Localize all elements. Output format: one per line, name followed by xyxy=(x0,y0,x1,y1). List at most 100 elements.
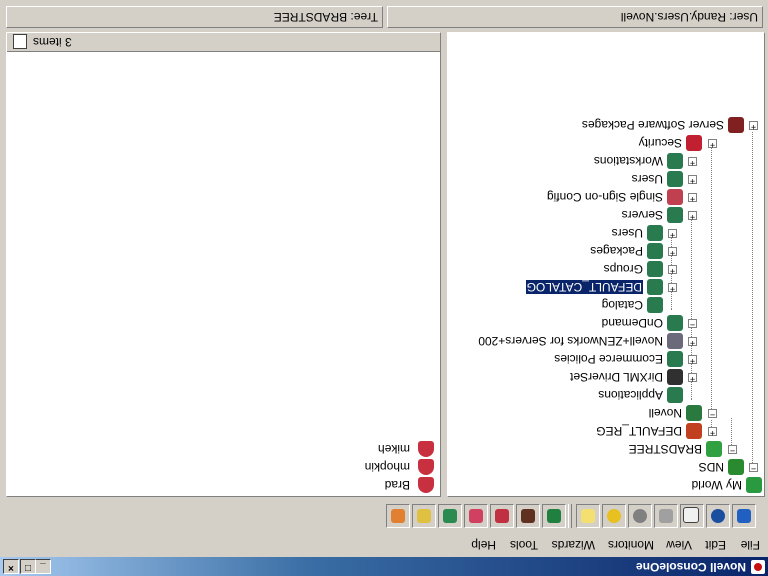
collapse-icon[interactable]: − xyxy=(688,319,697,329)
sso-icon xyxy=(667,189,683,205)
tree-node-label: Novell+ZENworks for Servers+200 xyxy=(478,334,663,348)
screen: Novell ConsoleOne _ □ × File Edit View M… xyxy=(0,0,768,576)
toolbar-separator xyxy=(568,504,572,528)
tree-node[interactable]: + Packages xyxy=(448,242,764,260)
tree-node[interactable]: − BRADSTREE xyxy=(448,440,764,458)
tree-node[interactable]: − NDS xyxy=(448,458,764,476)
expand-icon[interactable]: + xyxy=(688,175,697,185)
tree-node-label: Single Sign-on Config xyxy=(546,190,663,204)
sort-icon[interactable] xyxy=(13,34,27,49)
tree-node-label: Users xyxy=(631,172,663,186)
close-button[interactable]: × xyxy=(3,559,19,574)
new-group-icon[interactable] xyxy=(516,504,540,528)
zen-icon xyxy=(667,333,683,349)
user-icon xyxy=(418,441,434,457)
tree-node[interactable]: + Ecommerce Policies xyxy=(448,350,764,368)
tree-node[interactable]: My World xyxy=(448,476,764,494)
expand-icon[interactable]: + xyxy=(688,211,697,221)
tree-node[interactable]: − OnDemand xyxy=(448,314,764,332)
mail-icon[interactable] xyxy=(386,504,410,528)
tree-pane[interactable]: My World − NDS − BRADSTREE + DEFAULT_REG − Novel… xyxy=(447,32,765,497)
expand-icon[interactable]: + xyxy=(708,427,717,437)
menu-wizards[interactable]: Wizards xyxy=(552,538,595,552)
tree-node-label: Security xyxy=(638,136,682,150)
list-item-label: mikeh xyxy=(377,442,410,456)
tree-node-label: NDS xyxy=(698,460,724,474)
disabled-icon xyxy=(654,504,678,528)
collapse-icon[interactable]: − xyxy=(708,409,717,419)
registry-icon xyxy=(686,423,702,439)
status-user-box: User: Randy.Users.Novell xyxy=(387,6,763,28)
object-list-pane[interactable]: 3 items Brad mhopkin mikeh xyxy=(6,32,441,497)
container-icon xyxy=(667,153,683,169)
tree-node[interactable]: Applications xyxy=(448,386,764,404)
globe-icon xyxy=(746,477,762,493)
tree-node[interactable]: + Groups xyxy=(448,260,764,278)
container-icon xyxy=(647,279,663,295)
expand-icon[interactable]: + xyxy=(668,265,677,275)
toolbar xyxy=(344,500,764,530)
tree-node[interactable]: + DEFAULT_REG xyxy=(448,422,764,440)
tree-node-label: Catalog xyxy=(601,298,643,312)
expand-icon[interactable]: + xyxy=(688,193,697,203)
expand-icon[interactable]: + xyxy=(688,157,697,167)
user-icon xyxy=(418,459,434,475)
tree-node[interactable]: + DEFAULT_CATALOG xyxy=(448,278,764,296)
expand-icon[interactable]: + xyxy=(688,355,697,365)
new-object-icon[interactable] xyxy=(490,504,514,528)
expand-icon[interactable]: + xyxy=(749,121,758,131)
notes-icon[interactable] xyxy=(576,504,600,528)
refresh-icon[interactable] xyxy=(602,504,626,528)
tree-node[interactable]: + Users xyxy=(448,224,764,242)
title-bar: Novell ConsoleOne _ □ × xyxy=(0,557,768,576)
tree-structure-icon[interactable] xyxy=(438,504,462,528)
tree-node[interactable]: + DirXML DriverSet xyxy=(448,368,764,386)
tree-node-label: Applications xyxy=(598,388,663,402)
expand-icon[interactable]: + xyxy=(668,283,677,293)
list-item-label: mhopkin xyxy=(364,460,410,474)
tree-node[interactable]: + Security xyxy=(448,134,764,152)
minimize-button[interactable]: _ xyxy=(35,559,51,574)
find-icon[interactable] xyxy=(706,504,730,528)
menu-help[interactable]: Help xyxy=(471,538,496,552)
tree-node-label: Novell xyxy=(648,406,682,420)
collapse-icon[interactable]: − xyxy=(749,463,758,473)
tree-node[interactable]: + Single Sign-on Config xyxy=(448,188,764,206)
tree-node-label: DEFAULT_CATALOG xyxy=(525,280,643,294)
expand-icon[interactable]: + xyxy=(688,337,697,347)
new-user-icon[interactable] xyxy=(542,504,566,528)
tree-node[interactable]: + Novell+ZENworks for Servers+200 xyxy=(448,332,764,350)
maximize-button[interactable]: □ xyxy=(20,559,36,574)
list-item-label: Brad xyxy=(384,478,410,492)
tree-node[interactable]: Catalog xyxy=(448,296,764,314)
user-template-icon[interactable] xyxy=(464,504,488,528)
driverset-icon xyxy=(667,369,683,385)
tree-node[interactable]: + Workstations xyxy=(448,152,764,170)
menu-tools[interactable]: Tools xyxy=(510,538,538,552)
list-status-bar: 3 items xyxy=(7,33,440,52)
tree-node[interactable]: − Novell xyxy=(448,404,764,422)
tree-node[interactable]: + Server Software Packages xyxy=(448,116,764,134)
expand-icon[interactable]: + xyxy=(668,247,677,257)
container-icon xyxy=(667,171,683,187)
status-tree: Tree: BRADSTREE xyxy=(273,10,378,24)
menu-view[interactable]: View xyxy=(666,538,692,552)
menu-file[interactable]: File xyxy=(741,538,760,552)
menu-edit[interactable]: Edit xyxy=(705,538,726,552)
tree-node[interactable]: + Servers xyxy=(448,206,764,224)
novell-app-icon[interactable] xyxy=(751,560,765,574)
properties-icon[interactable] xyxy=(680,504,704,528)
container-icon xyxy=(667,315,683,331)
menu-monitors[interactable]: Monitors xyxy=(608,538,654,552)
tree-node[interactable]: + Users xyxy=(448,170,764,188)
expand-icon[interactable]: + xyxy=(708,139,717,149)
expand-icon[interactable]: + xyxy=(688,373,697,383)
package-icon[interactable] xyxy=(412,504,436,528)
tree-node-label: My World xyxy=(691,478,742,492)
exit-icon[interactable] xyxy=(732,504,756,528)
tree-node-label: OnDemand xyxy=(601,316,663,330)
tree-icon xyxy=(706,441,722,457)
collapse-icon[interactable]: − xyxy=(728,445,737,455)
container-icon xyxy=(667,387,683,403)
expand-icon[interactable]: + xyxy=(668,229,677,239)
